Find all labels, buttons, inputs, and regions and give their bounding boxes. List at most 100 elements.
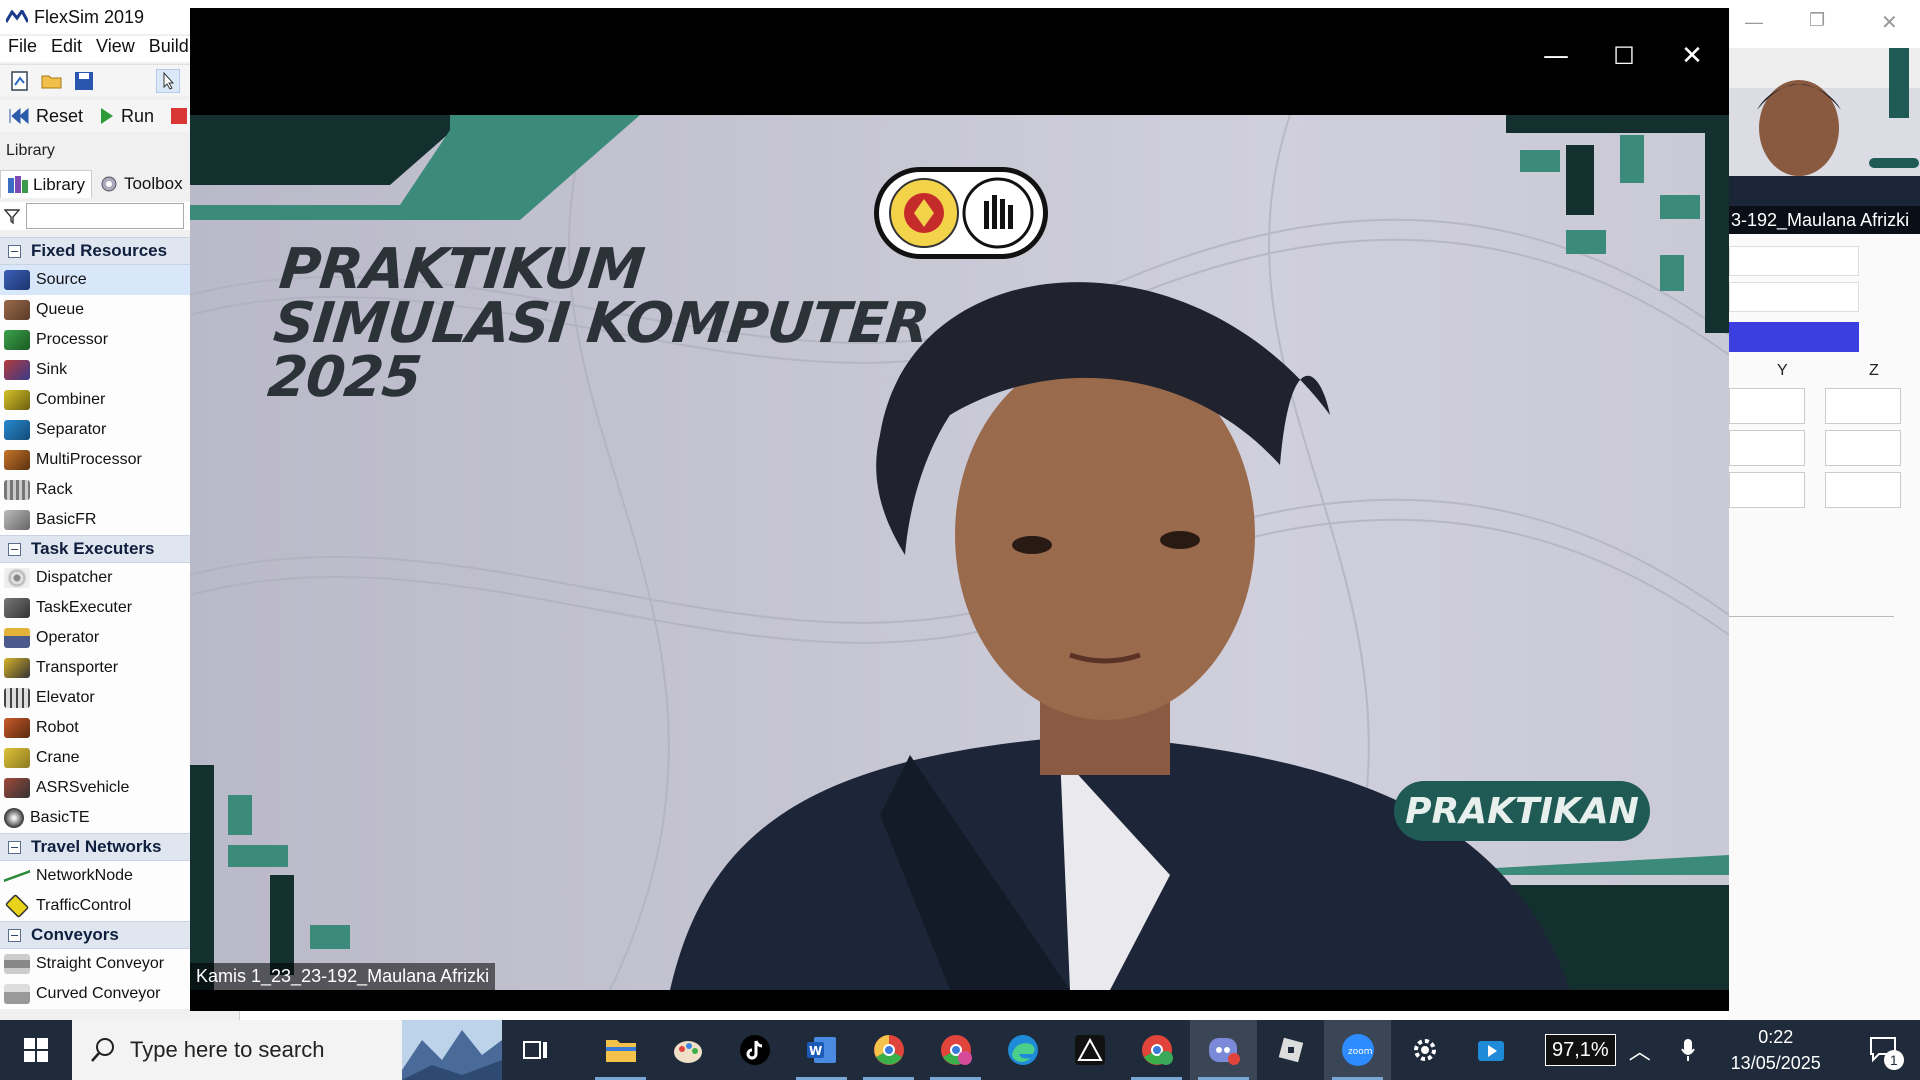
- taskbar-chrome[interactable]: [855, 1020, 922, 1080]
- bg-close-icon[interactable]: ✕: [1881, 10, 1898, 35]
- tab-library[interactable]: Library: [0, 170, 92, 198]
- library-item-multiprocessor[interactable]: MultiProcessor: [0, 445, 190, 475]
- gallery-thumbnail[interactable]: 3-192_Maulana Afrizki: [1729, 48, 1920, 234]
- library-item-transporter[interactable]: Transporter: [0, 653, 190, 683]
- menu-edit[interactable]: Edit: [51, 36, 82, 62]
- divider: [1729, 616, 1894, 617]
- microphone-icon: [1680, 1039, 1695, 1061]
- minimize-button[interactable]: —: [1536, 36, 1576, 76]
- menu-build[interactable]: Build: [149, 36, 189, 62]
- run-button[interactable]: Run: [91, 101, 162, 131]
- menu-file[interactable]: File: [8, 36, 37, 62]
- taskbar-file-explorer[interactable]: [587, 1020, 654, 1080]
- library-item-trafficcontrol[interactable]: TrafficControl: [0, 891, 190, 921]
- library-item-crane[interactable]: Crane: [0, 743, 190, 773]
- library-item-sink[interactable]: Sink: [0, 355, 190, 385]
- tab-toolbox[interactable]: Toolbox: [91, 170, 189, 198]
- library-item-rack[interactable]: Rack: [0, 475, 190, 505]
- taskbar-chrome-profile-n[interactable]: [1123, 1020, 1190, 1080]
- cell-z-2[interactable]: [1825, 430, 1901, 466]
- library-item-asrsvehicle[interactable]: ASRSvehicle: [0, 773, 190, 803]
- taskbar-word[interactable]: W: [788, 1020, 855, 1080]
- bg-restore-icon[interactable]: ❐: [1809, 10, 1825, 31]
- category-fixed-resources[interactable]: Fixed Resources: [0, 237, 190, 265]
- tray-overflow-button[interactable]: ︿: [1616, 1020, 1664, 1080]
- item-label: Rack: [36, 481, 73, 498]
- library-item-source[interactable]: Source: [0, 265, 190, 295]
- start-button[interactable]: [0, 1020, 72, 1080]
- item-label: Robot: [36, 719, 79, 736]
- filter-input[interactable]: [26, 203, 184, 229]
- taskbar-roblox[interactable]: [1257, 1020, 1324, 1080]
- save-icon[interactable]: [72, 69, 96, 93]
- play-icon: [101, 108, 114, 124]
- run-label: Run: [121, 105, 155, 126]
- library-item-elevator[interactable]: Elevator: [0, 683, 190, 713]
- library-item-combiner[interactable]: Combiner: [0, 385, 190, 415]
- menu-view[interactable]: View: [96, 36, 135, 62]
- taskbar-discord[interactable]: [1190, 1020, 1257, 1080]
- library-item-networknode[interactable]: NetworkNode: [0, 861, 190, 891]
- tray-clock[interactable]: 0:22 13/05/2025: [1716, 1024, 1836, 1076]
- property-field-2[interactable]: [1729, 282, 1859, 312]
- item-label: Straight Conveyor: [36, 955, 165, 972]
- queue-icon: [4, 300, 30, 320]
- category-task-executers[interactable]: Task Executers: [0, 535, 190, 563]
- taskbar-edge[interactable]: [989, 1020, 1056, 1080]
- reset-button[interactable]: Reset: [0, 101, 91, 131]
- open-folder-icon[interactable]: [40, 69, 64, 93]
- maximize-button[interactable]: ☐: [1604, 36, 1644, 76]
- task-view-icon: [522, 1041, 547, 1059]
- cell-z-1[interactable]: [1825, 388, 1901, 424]
- participant-video[interactable]: PRAKTIKUM SIMULASI KOMPUTER 2025 PRAKTIK…: [190, 115, 1729, 990]
- collapse-icon: [8, 542, 21, 556]
- cell-y-3[interactable]: [1729, 472, 1805, 508]
- category-conveyors[interactable]: Conveyors: [0, 921, 190, 949]
- title-line-3: 2025: [264, 345, 424, 410]
- bg-minimize-icon[interactable]: —: [1745, 12, 1763, 33]
- pointer-icon[interactable]: [156, 69, 180, 93]
- taskbar-search[interactable]: Type here to search: [72, 1020, 502, 1080]
- taskbar-paint[interactable]: [654, 1020, 721, 1080]
- library-item-basicte[interactable]: BasicTE: [0, 803, 190, 833]
- search-highlight-image: [402, 1020, 502, 1080]
- library-item-queue[interactable]: Queue: [0, 295, 190, 325]
- library-item-robot[interactable]: Robot: [0, 713, 190, 743]
- tray-microphone[interactable]: [1664, 1020, 1712, 1080]
- close-button[interactable]: ✕: [1672, 36, 1712, 76]
- property-field-1[interactable]: [1729, 246, 1859, 276]
- right-panel: — ❐ ✕ 3-192_Maulana Afrizki Y Z: [1729, 0, 1920, 1020]
- role-badge: PRAKTIKAN: [1394, 781, 1650, 841]
- library-item-basicfr[interactable]: BasicFR: [0, 505, 190, 535]
- category-label: Travel Networks: [31, 837, 162, 856]
- task-view-button[interactable]: [502, 1020, 569, 1080]
- new-file-icon[interactable]: [8, 69, 32, 93]
- taskbar-zoom[interactable]: zoom: [1324, 1020, 1391, 1080]
- cell-y-2[interactable]: [1729, 430, 1805, 466]
- notification-count-badge: 1: [1883, 1050, 1904, 1070]
- taskbar-media-player[interactable]: [1458, 1020, 1525, 1080]
- taskbar-chrome-profile-m[interactable]: [922, 1020, 989, 1080]
- library-item-taskexecuter[interactable]: TaskExecuter: [0, 593, 190, 623]
- taskbar-settings[interactable]: [1391, 1020, 1458, 1080]
- discord-icon: [1208, 1038, 1240, 1065]
- operator-icon: [4, 628, 30, 648]
- cell-y-1[interactable]: [1729, 388, 1805, 424]
- separator-icon: [4, 420, 30, 440]
- transporter-icon: [4, 658, 30, 678]
- library-item-curved-conveyor[interactable]: Curved Conveyor: [0, 979, 190, 1009]
- dispatcher-icon: [4, 568, 30, 588]
- gallery-participant-name: 3-192_Maulana Afrizki: [1729, 206, 1920, 234]
- item-label: Separator: [36, 421, 107, 438]
- library-item-processor[interactable]: Processor: [0, 325, 190, 355]
- category-travel-networks[interactable]: Travel Networks: [0, 833, 190, 861]
- property-selected-bar[interactable]: [1729, 322, 1859, 352]
- taskbar-app-triangle[interactable]: [1056, 1020, 1123, 1080]
- cell-z-3[interactable]: [1825, 472, 1901, 508]
- library-item-straight-conveyor[interactable]: Straight Conveyor: [0, 949, 190, 979]
- notification-center-button[interactable]: 1: [1854, 1020, 1914, 1080]
- library-item-operator[interactable]: Operator: [0, 623, 190, 653]
- library-item-dispatcher[interactable]: Dispatcher: [0, 563, 190, 593]
- library-item-separator[interactable]: Separator: [0, 415, 190, 445]
- taskbar-tiktok[interactable]: [721, 1020, 788, 1080]
